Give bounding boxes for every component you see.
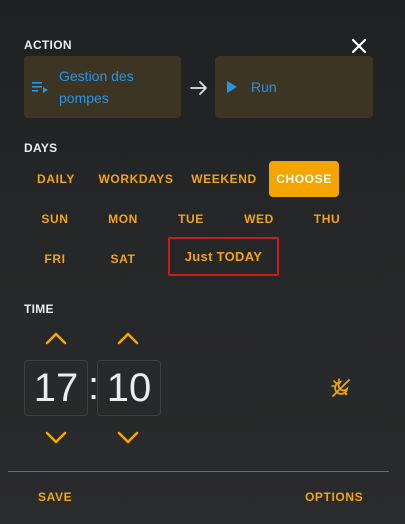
day-sun-button[interactable]: SUN xyxy=(30,201,80,237)
action-service-card[interactable]: Run xyxy=(215,56,373,118)
just-today-button[interactable]: Just TODAY xyxy=(168,237,279,276)
day-fri-button[interactable]: FRI xyxy=(30,241,80,277)
mode-daily-button[interactable]: DAILY xyxy=(28,161,84,197)
mode-weekend-button[interactable]: WEEKEND xyxy=(188,161,260,197)
days-label: DAYS xyxy=(24,141,58,155)
action-entity-card[interactable]: Gestion des pompes xyxy=(24,56,181,118)
day-thu-button[interactable]: THU xyxy=(302,201,352,237)
time-label: TIME xyxy=(24,302,54,316)
play-icon xyxy=(227,81,237,93)
action-label: ACTION xyxy=(24,38,72,52)
action-entity-line2: pompes xyxy=(59,90,109,106)
day-mon-button[interactable]: MON xyxy=(98,201,148,237)
mode-workdays-button[interactable]: WORKDAYS xyxy=(94,161,178,197)
hours-decrease-chevron-down-icon[interactable] xyxy=(44,430,68,446)
action-service-label: Run xyxy=(251,79,277,95)
minutes-decrease-chevron-down-icon[interactable] xyxy=(116,430,140,446)
hours-increase-chevron-up-icon[interactable] xyxy=(44,330,68,346)
minutes-display[interactable]: 10 xyxy=(97,360,161,416)
mode-choose-button[interactable]: CHOOSE xyxy=(269,161,339,197)
hours-display[interactable]: 17 xyxy=(24,360,88,416)
options-button[interactable]: OPTIONS xyxy=(305,490,363,504)
minutes-increase-chevron-up-icon[interactable] xyxy=(116,330,140,346)
save-button[interactable]: SAVE xyxy=(38,490,72,504)
footer-divider xyxy=(8,471,389,472)
action-entity-name: Gestion des pompes xyxy=(59,65,134,109)
day-wed-button[interactable]: WED xyxy=(234,201,284,237)
playlist-icon xyxy=(32,82,48,93)
close-icon xyxy=(351,38,367,54)
day-tue-button[interactable]: TUE xyxy=(166,201,216,237)
arrow-right-icon xyxy=(190,81,207,95)
day-sat-button[interactable]: SAT xyxy=(98,241,148,277)
sun-moon-icon[interactable] xyxy=(330,377,352,399)
action-entity-line1: Gestion des xyxy=(59,68,134,84)
